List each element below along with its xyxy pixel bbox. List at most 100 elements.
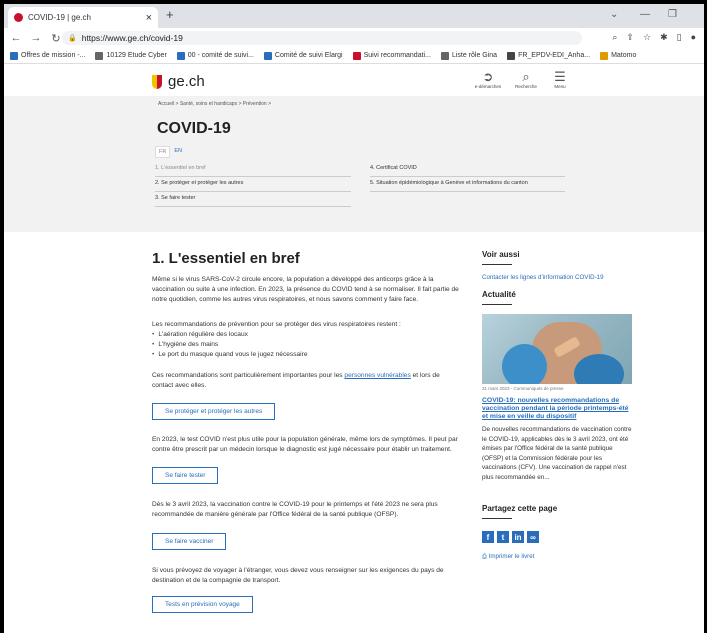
bookmark-icon [600,51,609,60]
bookmark-item[interactable]: FR_EPDV-EDI_Anha... [507,51,590,60]
section-title: 1. L'essentiel en bref [152,250,300,267]
nav-menu[interactable]: ☰ Menu [542,70,578,90]
lang-fr[interactable]: FR [155,146,171,158]
photo-glove [574,354,624,384]
news-photo[interactable] [482,314,632,384]
bookmark-label: Matomo [611,52,637,59]
recommendations-intro: Les recommandations de prévention pour s… [152,321,401,328]
news-title-link[interactable]: COVID-19: nouvelles recommandations de v… [482,397,632,421]
divider [482,304,512,305]
restore-icon[interactable]: ❐ [668,9,677,20]
bookmark-label: 00 - comité de suivi... [187,52,254,59]
toc-item-5[interactable]: 5. Situation épidémiologique à Genève et… [370,179,565,192]
back-icon[interactable]: ← [8,32,24,44]
bookmark-item[interactable]: Matomo [600,51,637,60]
star-icon[interactable]: ☆ [643,32,651,43]
test-paragraph: En 2023, le test COVID n'est plus utile … [152,436,458,453]
intro-paragraph: Même si le virus SARS-CoV-2 circule enco… [152,276,459,303]
info-lines-link[interactable]: Contacter les lignes d'information COVID… [482,274,632,281]
news-body: De nouvelles recommandations de vaccinat… [482,426,632,481]
print-link[interactable]: ⎙ Imprimer le livret [482,553,632,561]
nav-recherche[interactable]: ⌕ Recherche [508,70,544,90]
printer-icon: ⎙ [482,553,489,560]
main-content: 1. L'essentiel en bref Même si le virus … [152,250,462,613]
language-switcher: FR EN [155,146,185,158]
chevron-down-icon[interactable]: ⌄ [610,9,618,20]
bookmark-icon [263,51,272,60]
e-demarches-icon: ➲ [482,69,494,84]
protect-button[interactable]: Se protéger et protéger les autres [152,403,276,420]
bookmark-icon [10,51,18,60]
bookmark-icon [352,51,361,60]
new-tab-button[interactable]: + [166,7,174,22]
social-share: f t in ∞ [482,531,632,543]
bookmark-item[interactable]: Liste rôle Gina [440,51,498,60]
nav-label: Recherche [515,84,537,89]
address-bar: ← → ↻ 🔒 https://www.ge.ch/covid-19 ⌕ ⇪ ☆… [4,28,704,48]
browser-tab[interactable]: COVID-19 | ge.ch × [8,7,158,28]
lang-en[interactable]: EN [171,146,185,158]
nav-e-demarches[interactable]: ➲ e-démarches [470,69,506,90]
bookmark-icon [95,51,104,60]
recommendations-list: L'aération régulière des locaux L'hygièn… [152,330,462,360]
profile-icon[interactable]: ● [691,32,696,43]
twitter-icon[interactable]: t [497,531,509,543]
forward-icon[interactable]: → [28,32,44,44]
test-button[interactable]: Se faire tester [152,467,219,484]
sidebar: Voir aussi Contacter les lignes d'inform… [482,250,632,561]
vulnerable-paragraph: Ces recommandations sont particulièremen… [152,371,462,391]
bookmark-item[interactable]: Offres de mission -... [10,51,86,60]
news-heading: Actualité [482,290,516,299]
extensions-icon[interactable]: ✱ [660,32,668,43]
address-bar-actions: ⌕ ⇪ ☆ ✱ ▯ ● [612,32,696,43]
minimize-icon[interactable]: — [640,9,650,20]
divider [482,518,512,519]
bookmark-label: 10129 Etude Cyber [106,52,167,59]
linkedin-icon[interactable]: in [512,531,524,543]
tab-close-icon[interactable]: × [146,12,152,24]
nav-label: e-démarches [474,84,502,89]
travel-paragraph: Si vous prévoyez de voyager à l'étranger… [152,567,444,584]
bookmarks-bar: Offres de mission -... 10129 Etude Cyber 0… [4,48,704,64]
bookmark-icon [176,51,185,60]
share-icon[interactable]: ⇪ [626,32,634,43]
bookmark-label: Comité de suivi Elargi [274,52,343,59]
nav-label: Menu [554,84,566,89]
bookmark-item[interactable]: Suivi recommandati... [352,51,431,60]
photo-glove [502,344,547,384]
bookmark-label: Liste rôle Gina [451,52,498,59]
print-label: Imprimer le livret [488,553,535,560]
vulnerable-persons-link[interactable]: personnes vulnérables [344,372,410,379]
site-logo[interactable]: ge.ch [152,73,205,90]
bookmark-label: Suivi recommandati... [363,52,431,59]
bookmark-icon [507,51,516,60]
bookmark-item[interactable]: 10129 Etude Cyber [95,51,167,60]
vaccinate-button[interactable]: Se faire vacciner [152,533,227,550]
tab-bar: COVID-19 | ge.ch × + ⌄ — ❐ [4,4,704,28]
divider [482,264,512,265]
facebook-icon[interactable]: f [482,531,494,543]
vaccination-paragraph: Dès le 3 avril 2023, la vaccination cont… [152,501,438,518]
bookmark-item[interactable]: Comité de suivi Elargi [263,51,343,60]
list-item: L'hygiène des mains [152,340,462,350]
toc-item-4[interactable]: 4. Certificat COVID [370,164,565,177]
sidebar-icon[interactable]: ▯ [677,32,682,43]
text-segment: Ces recommandations sont particulièremen… [152,372,345,379]
bookmark-item[interactable]: 00 - comité de suivi... [176,51,254,60]
zoom-icon[interactable]: ⌕ [612,32,617,43]
bookmark-icon [440,51,449,60]
travel-tests-button[interactable]: Tests en prévision voyage [152,596,253,613]
link-icon[interactable]: ∞ [527,531,539,543]
toc-item-1[interactable]: 1. L'essentiel en bref [155,164,351,177]
toc-item-3[interactable]: 3. Se faire tester [155,194,351,207]
list-item: Le port du masque quand vous le jugez né… [152,350,462,360]
geneva-crest-icon [152,74,162,89]
tab-title: COVID-19 | ge.ch [28,13,91,22]
url-field[interactable]: 🔒 https://www.ge.ch/covid-19 [62,31,582,45]
breadcrumb[interactable]: Accueil > Santé, soins et handicaps > Pr… [158,101,271,107]
bookmark-label: Offres de mission -... [21,52,86,59]
site-header: ge.ch ➲ e-démarches ⌕ Recherche ☰ Menu [4,66,704,96]
news-caption: 31 mars 2023 - Communiqués de presse [482,386,564,391]
lock-icon: 🔒 [68,35,77,42]
toc-item-2[interactable]: 2. Se protéger et protéger les autres [155,179,351,192]
